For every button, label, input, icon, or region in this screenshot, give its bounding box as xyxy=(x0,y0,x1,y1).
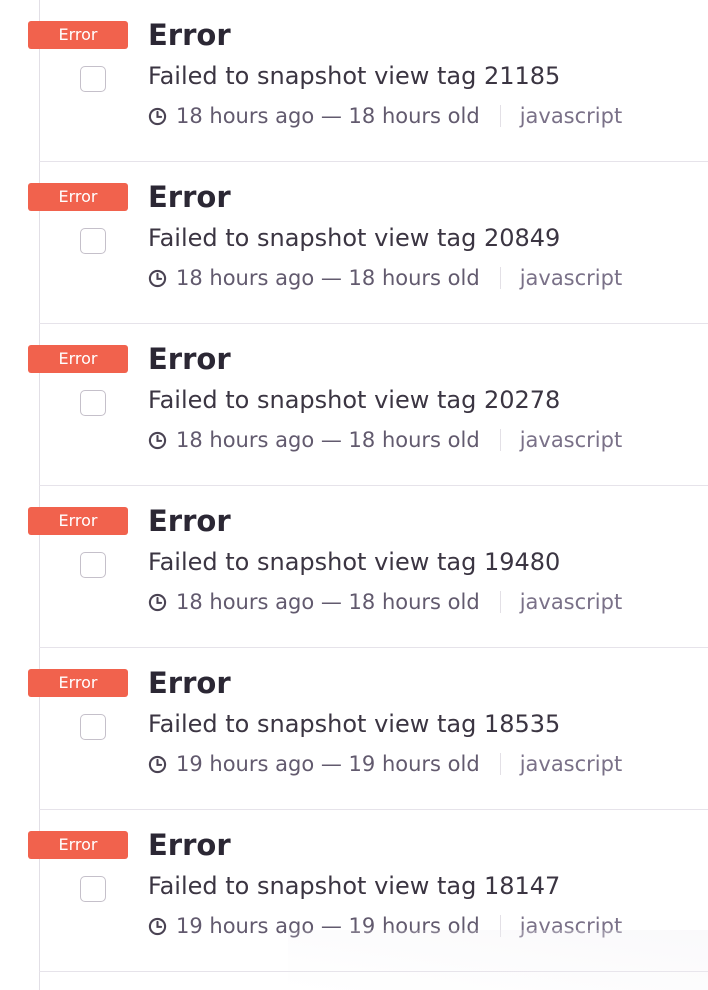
issue-message: Failed to snapshot view tag 21185 xyxy=(148,62,561,90)
issue-message: Failed to snapshot view tag 18147 xyxy=(148,872,561,900)
platform-label: javascript xyxy=(519,104,623,128)
issue-title[interactable]: Error xyxy=(148,15,231,55)
first-seen: 18 hours old xyxy=(348,104,480,128)
first-seen: 18 hours old xyxy=(348,428,480,452)
clock-icon xyxy=(148,269,167,287)
issue-row[interactable]: Error Error Failed to snapshot view tag … xyxy=(0,648,708,810)
platform-label: javascript xyxy=(519,266,623,290)
first-seen: 19 hours old xyxy=(348,914,480,938)
issue-message: Failed to snapshot view tag 18535 xyxy=(148,710,561,738)
meta-divider xyxy=(499,753,501,775)
issue-meta: 18 hours ago — 18 hours old javascript xyxy=(148,423,622,457)
issue-meta: 19 hours ago — 19 hours old javascript xyxy=(148,747,622,781)
level-badge: Error xyxy=(28,183,128,211)
clock-icon xyxy=(148,755,167,773)
meta-divider xyxy=(499,591,501,613)
issue-meta: 19 hours ago — 19 hours old javascript xyxy=(148,909,622,943)
first-seen: 18 hours old xyxy=(348,266,480,290)
clock-icon xyxy=(148,593,167,611)
first-seen: 19 hours old xyxy=(348,752,480,776)
issue-checkbox[interactable] xyxy=(80,228,106,254)
issue-title[interactable]: Error xyxy=(148,501,231,541)
meta-dash: — xyxy=(320,914,342,938)
issue-checkbox[interactable] xyxy=(80,552,106,578)
meta-dash: — xyxy=(320,590,342,614)
level-badge: Error xyxy=(28,21,128,49)
level-badge: Error xyxy=(28,831,128,859)
meta-dash: — xyxy=(320,104,342,128)
level-badge: Error xyxy=(28,507,128,535)
issue-row[interactable]: Error Error Failed to snapshot view tag … xyxy=(0,324,708,486)
meta-divider xyxy=(499,915,501,937)
issue-title[interactable]: Error xyxy=(148,339,231,379)
issue-title[interactable]: Error xyxy=(148,177,231,217)
first-seen: 18 hours old xyxy=(348,590,480,614)
issue-meta: 18 hours ago — 18 hours old javascript xyxy=(148,585,622,619)
issue-title[interactable]: Error xyxy=(148,825,231,865)
clock-icon xyxy=(148,107,167,125)
issue-message: Failed to snapshot view tag 20278 xyxy=(148,386,561,414)
last-seen: 18 hours ago xyxy=(176,590,315,614)
clock-icon xyxy=(148,917,167,935)
meta-divider xyxy=(499,267,501,289)
platform-label: javascript xyxy=(519,914,623,938)
clock-icon xyxy=(148,431,167,449)
meta-divider xyxy=(499,105,501,127)
issue-row[interactable]: Error Error Failed to snapshot view tag … xyxy=(0,162,708,324)
issue-checkbox[interactable] xyxy=(80,390,106,416)
last-seen: 19 hours ago xyxy=(176,914,315,938)
issue-message: Failed to snapshot view tag 19480 xyxy=(148,548,561,576)
last-seen: 18 hours ago xyxy=(176,104,315,128)
issue-meta: 18 hours ago — 18 hours old javascript xyxy=(148,99,622,133)
meta-dash: — xyxy=(320,266,342,290)
level-badge: Error xyxy=(28,345,128,373)
meta-dash: — xyxy=(320,752,342,776)
issue-message: Failed to snapshot view tag 20849 xyxy=(148,224,561,252)
issue-list: Error Error Failed to snapshot view tag … xyxy=(0,0,708,972)
level-badge: Error xyxy=(28,669,128,697)
issue-row[interactable]: Error Error Failed to snapshot view tag … xyxy=(0,0,708,162)
meta-divider xyxy=(499,429,501,451)
last-seen: 18 hours ago xyxy=(176,428,315,452)
platform-label: javascript xyxy=(519,752,623,776)
issue-checkbox[interactable] xyxy=(80,66,106,92)
last-seen: 19 hours ago xyxy=(176,752,315,776)
issue-meta: 18 hours ago — 18 hours old javascript xyxy=(148,261,622,295)
issue-title[interactable]: Error xyxy=(148,663,231,703)
last-seen: 18 hours ago xyxy=(176,266,315,290)
issue-row[interactable]: Error Error Failed to snapshot view tag … xyxy=(0,486,708,648)
issue-checkbox[interactable] xyxy=(80,876,106,902)
issue-checkbox[interactable] xyxy=(80,714,106,740)
issue-row[interactable]: Error Error Failed to snapshot view tag … xyxy=(0,810,708,972)
meta-dash: — xyxy=(320,428,342,452)
platform-label: javascript xyxy=(519,590,623,614)
platform-label: javascript xyxy=(519,428,623,452)
